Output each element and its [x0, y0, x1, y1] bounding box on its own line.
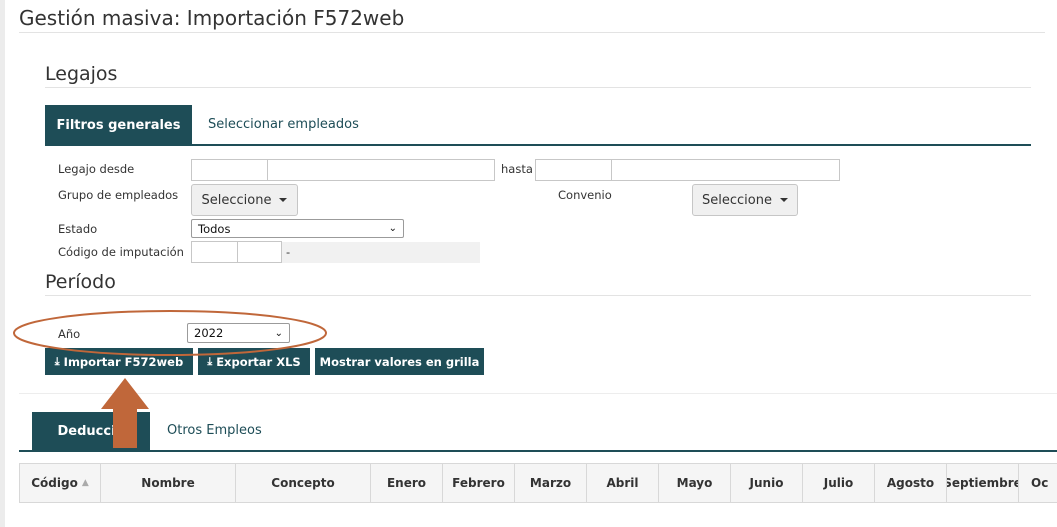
highlight-oval: [13, 310, 327, 356]
annotation-overlay: [13, 310, 327, 448]
up-arrow-icon: [101, 378, 149, 448]
